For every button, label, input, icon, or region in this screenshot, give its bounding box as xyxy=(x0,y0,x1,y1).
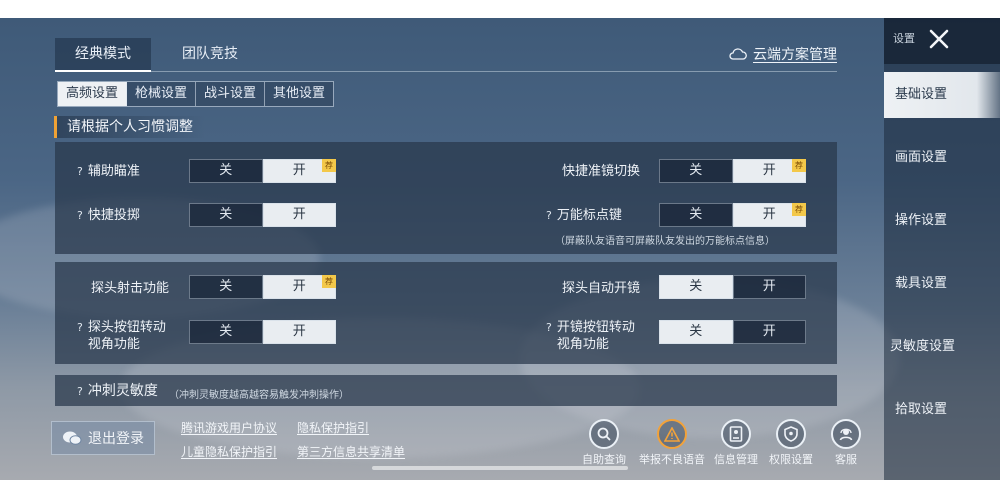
tab-classic-mode[interactable]: 经典模式 xyxy=(55,38,151,72)
quick-throw-toggle[interactable]: 关 开 xyxy=(189,203,336,227)
link-privacy-guide[interactable]: 隐私保护指引 xyxy=(297,419,369,436)
toggle-off-option[interactable]: 关 xyxy=(659,320,733,344)
settings-sidebar: 设置 基础设置 画面设置 操作设置 载具设置 灵敏度设置 拾取设置 xyxy=(884,18,1000,480)
recommend-badge: 荐 xyxy=(792,159,806,172)
tab-team-deathmatch[interactable]: 团队竞技 xyxy=(165,38,255,72)
link-third-party-list[interactable]: 第三方信息共享清单 xyxy=(297,443,405,460)
home-indicator xyxy=(372,466,628,470)
toggle-off-option[interactable]: 关 xyxy=(189,275,263,299)
shield-icon xyxy=(776,419,806,449)
sidebar-title: 设置 xyxy=(893,32,915,45)
toggle-off-option[interactable]: 关 xyxy=(659,275,733,299)
permission-settings-button[interactable]: 权限设置 xyxy=(761,419,821,467)
peek-button-rotate-toggle[interactable]: 关 开 xyxy=(189,320,336,344)
marker-key-note: （屏蔽队友语音可屏蔽队友发出的万能标点信息） xyxy=(555,236,775,247)
tab-weapon-settings[interactable]: 枪械设置 xyxy=(127,82,197,106)
scope-button-rotate-toggle[interactable]: 关 开 xyxy=(659,320,806,344)
help-icon[interactable]: ? xyxy=(77,209,83,222)
tab-frequent-settings[interactable]: 高频设置 xyxy=(58,82,128,106)
toggle-off-option[interactable]: 关 xyxy=(189,320,263,344)
report-voice-label: 举报不良语音 xyxy=(639,453,705,466)
aim-assist-toggle[interactable]: 关 开荐 xyxy=(189,159,336,183)
toggle-off-option[interactable]: 关 xyxy=(189,203,263,227)
peek-fire-label: 探头射击功能 xyxy=(91,281,170,296)
search-icon xyxy=(589,419,619,449)
link-user-agreement[interactable]: 腾讯游戏用户协议 xyxy=(181,419,277,436)
section-hint: 请根据个人习惯调整 xyxy=(54,116,205,138)
peek-fire-toggle[interactable]: 关 开荐 xyxy=(189,275,336,299)
info-management-label: 信息管理 xyxy=(714,453,758,466)
id-card-icon xyxy=(721,419,751,449)
game-settings-screen: 经典模式 团队竞技 云端方案管理 高频设置 枪械设置 战斗设置 其他设置 请根据… xyxy=(0,18,1000,480)
warning-icon xyxy=(657,419,687,449)
toggle-on-option[interactable]: 开 xyxy=(262,320,336,344)
logout-label: 退出登录 xyxy=(88,431,144,447)
toggle-on-option[interactable]: 开荐 xyxy=(732,159,806,183)
sidebar-item-vehicle[interactable]: 载具设置 xyxy=(884,261,1000,307)
tab-other-settings[interactable]: 其他设置 xyxy=(265,82,334,106)
marker-key-toggle[interactable]: 关 开荐 xyxy=(659,203,806,227)
link-child-privacy[interactable]: 儿童隐私保护指引 xyxy=(181,443,277,460)
close-icon[interactable] xyxy=(928,28,950,50)
peek-auto-scope-label: 探头自动开镜 xyxy=(562,281,641,296)
cloud-scheme-button[interactable]: 云端方案管理 xyxy=(729,44,837,64)
toggle-on-option[interactable]: 开荐 xyxy=(262,275,336,299)
sidebar-header: 设置 xyxy=(884,18,1000,64)
permission-settings-label: 权限设置 xyxy=(769,453,813,466)
report-voice-button[interactable]: 举报不良语音 xyxy=(633,419,711,467)
help-icon[interactable]: ? xyxy=(77,385,83,398)
sub-tab-bar: 高频设置 枪械设置 战斗设置 其他设置 xyxy=(57,81,335,107)
peek-auto-scope-toggle[interactable]: 关 开 xyxy=(659,275,806,299)
toggle-off-option[interactable]: 关 xyxy=(189,159,263,183)
toggle-off-option[interactable]: 关 xyxy=(659,203,733,227)
cloud-icon xyxy=(729,48,747,60)
toggle-on-option[interactable]: 开荐 xyxy=(732,203,806,227)
customer-service-button[interactable]: 客服 xyxy=(816,419,876,467)
logout-button[interactable]: 退出登录 xyxy=(51,421,155,455)
settings-panel-peek: 探头射击功能 关 开荐 探头自动开镜 关 开 ? 探头按钮转动视角功能 关 开 ?… xyxy=(55,262,837,364)
settings-panel-sprint: ? 冲刺灵敏度 （冲刺灵敏度越高越容易触发冲刺操作） xyxy=(55,375,837,406)
tab-combat-settings[interactable]: 战斗设置 xyxy=(196,82,266,106)
help-icon[interactable]: ? xyxy=(546,209,552,222)
sidebar-item-controls[interactable]: 操作设置 xyxy=(884,198,1000,244)
recommend-badge: 荐 xyxy=(322,275,336,288)
headset-icon xyxy=(831,419,861,449)
recommend-badge: 荐 xyxy=(322,159,336,172)
toggle-off-option[interactable]: 关 xyxy=(659,159,733,183)
sidebar-item-sensitivity[interactable]: 灵敏度设置 xyxy=(884,324,1000,370)
sprint-sensitivity-label: ? 冲刺灵敏度 xyxy=(77,383,158,399)
wechat-icon xyxy=(63,431,82,445)
sidebar-item-basic[interactable]: 基础设置 xyxy=(884,72,1000,118)
mode-tab-bar: 经典模式 团队竞技 云端方案管理 xyxy=(55,38,837,72)
help-icon[interactable]: ? xyxy=(546,319,552,353)
scope-switch-toggle[interactable]: 关 开荐 xyxy=(659,159,806,183)
quick-throw-label: ? 快捷投掷 xyxy=(77,208,140,223)
self-service-button[interactable]: 自助查询 xyxy=(574,419,634,467)
info-management-button[interactable]: 信息管理 xyxy=(706,419,766,467)
marker-key-label: ? 万能标点键 xyxy=(546,208,622,223)
toggle-on-option[interactable]: 开 xyxy=(732,275,806,299)
help-icon[interactable]: ? xyxy=(77,319,83,353)
scope-switch-label: 快捷准镜切换 xyxy=(562,164,641,179)
toggle-on-option[interactable]: 开荐 xyxy=(262,159,336,183)
sprint-sensitivity-note: （冲刺灵敏度越高越容易触发冲刺操作） xyxy=(169,390,349,401)
scope-button-rotate-label: ? 开镜按钮转动视角功能 xyxy=(546,319,635,353)
self-service-label: 自助查询 xyxy=(582,453,626,466)
sidebar-item-graphics[interactable]: 画面设置 xyxy=(884,135,1000,181)
peek-button-rotate-label: ? 探头按钮转动视角功能 xyxy=(77,319,166,353)
settings-panel-assist: ? 辅助瞄准 关 开荐 快捷准镜切换 关 开荐 ? 快捷投掷 关 开 ? 万能标点键 … xyxy=(55,142,837,254)
customer-service-label: 客服 xyxy=(835,453,857,466)
recommend-badge: 荐 xyxy=(792,203,806,216)
help-icon[interactable]: ? xyxy=(77,165,83,178)
aim-assist-label: ? 辅助瞄准 xyxy=(77,164,140,179)
toggle-on-option[interactable]: 开 xyxy=(262,203,336,227)
cloud-scheme-label: 云端方案管理 xyxy=(753,47,837,63)
sidebar-item-pickup[interactable]: 拾取设置 xyxy=(884,387,1000,433)
toggle-on-option[interactable]: 开 xyxy=(732,320,806,344)
